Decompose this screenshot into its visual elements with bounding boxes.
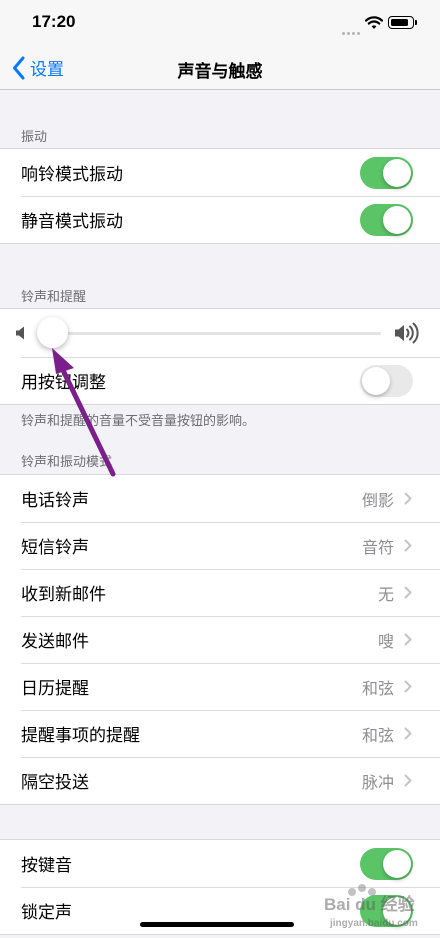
- ringer-footer-note: 铃声和提醒的音量不受音量按钮的影响。: [21, 414, 256, 429]
- change-with-buttons-toggle[interactable]: [360, 364, 413, 397]
- section-header-ringer: 铃声和提醒: [21, 290, 87, 305]
- row-value: 嗖: [377, 631, 394, 651]
- row-label: 日历提醒: [21, 679, 89, 699]
- ringer-volume-slider[interactable]: [52, 332, 381, 335]
- row-label: 提醒事项的提醒: [21, 726, 140, 746]
- row-calendar-alerts[interactable]: 日历提醒 和弦: [0, 663, 440, 710]
- status-bar: 17:20: [0, 0, 440, 46]
- row-label: 用按钮调整: [21, 373, 106, 393]
- keyboard-clicks-toggle[interactable]: [360, 847, 413, 880]
- ring-vibrate-toggle[interactable]: [360, 156, 413, 189]
- row-label: 锁定声: [21, 903, 72, 923]
- row-label: 短信铃声: [21, 538, 89, 558]
- section-header-vibration: 振动: [21, 130, 48, 145]
- vibration-group: 响铃模式振动 静音模式振动: [0, 148, 440, 244]
- row-change-with-buttons: 用按钮调整: [0, 357, 440, 404]
- section-header-patterns: 铃声和振动模式: [21, 455, 113, 470]
- row-value: 脉冲: [361, 772, 394, 792]
- chevron-right-icon: [404, 586, 412, 599]
- slider-thumb[interactable]: [37, 317, 68, 348]
- home-indicator[interactable]: [140, 922, 294, 927]
- ringer-volume-row: [0, 309, 440, 357]
- volume-low-icon: [16, 326, 24, 340]
- svg-text:jingyan.baidu.com: jingyan.baidu.com: [329, 918, 418, 929]
- row-label: 收到新邮件: [21, 585, 106, 605]
- row-value: 无: [377, 584, 394, 604]
- chevron-right-icon: [404, 539, 412, 552]
- row-value: 和弦: [361, 678, 394, 698]
- row-value: 和弦: [361, 725, 394, 745]
- page-title: 声音与触感: [177, 62, 263, 82]
- volume-high-icon: [395, 322, 419, 344]
- row-label: 发送邮件: [21, 632, 89, 652]
- ringer-group: 用按钮调整: [0, 308, 440, 405]
- row-value: 倒影: [361, 490, 394, 510]
- row-reminder-alerts[interactable]: 提醒事项的提醒 和弦: [0, 710, 440, 757]
- navigation-bar: 设置 声音与触感: [0, 46, 440, 90]
- row-ring-vibrate: 响铃模式振动: [0, 149, 440, 196]
- wifi-icon: [364, 15, 384, 34]
- row-value: 音符: [361, 537, 394, 557]
- chevron-right-icon: [404, 774, 412, 787]
- baidu-jingyan-watermark: Bai du 经验 jingyan.baidu.com: [322, 880, 440, 936]
- chevron-right-icon: [404, 727, 412, 740]
- chevron-right-icon: [404, 492, 412, 505]
- svg-text:Bai du 经验: Bai du 经验: [324, 894, 416, 914]
- row-silent-vibrate: 静音模式振动: [0, 196, 440, 243]
- row-ringtone[interactable]: 电话铃声 倒影: [0, 475, 440, 522]
- silent-vibrate-toggle[interactable]: [360, 203, 413, 236]
- chevron-right-icon: [404, 680, 412, 693]
- row-label: 电话铃声: [21, 491, 89, 511]
- cellular-signal-icon: [342, 20, 362, 39]
- row-airdrop[interactable]: 隔空投送 脉冲: [0, 757, 440, 804]
- patterns-group: 电话铃声 倒影 短信铃声 音符 收到新邮件 无 发送邮件 嗖 日历提醒 和弦 提…: [0, 474, 440, 805]
- row-label: 按键音: [21, 856, 72, 876]
- battery-icon: [388, 16, 417, 29]
- chevron-right-icon: [404, 633, 412, 646]
- row-label: 静音模式振动: [21, 212, 123, 232]
- status-time: 17:20: [32, 12, 76, 31]
- row-sent-mail[interactable]: 发送邮件 嗖: [0, 616, 440, 663]
- row-new-mail[interactable]: 收到新邮件 无: [0, 569, 440, 616]
- row-text-tone[interactable]: 短信铃声 音符: [0, 522, 440, 569]
- row-label: 隔空投送: [21, 773, 89, 793]
- row-label: 响铃模式振动: [21, 165, 123, 185]
